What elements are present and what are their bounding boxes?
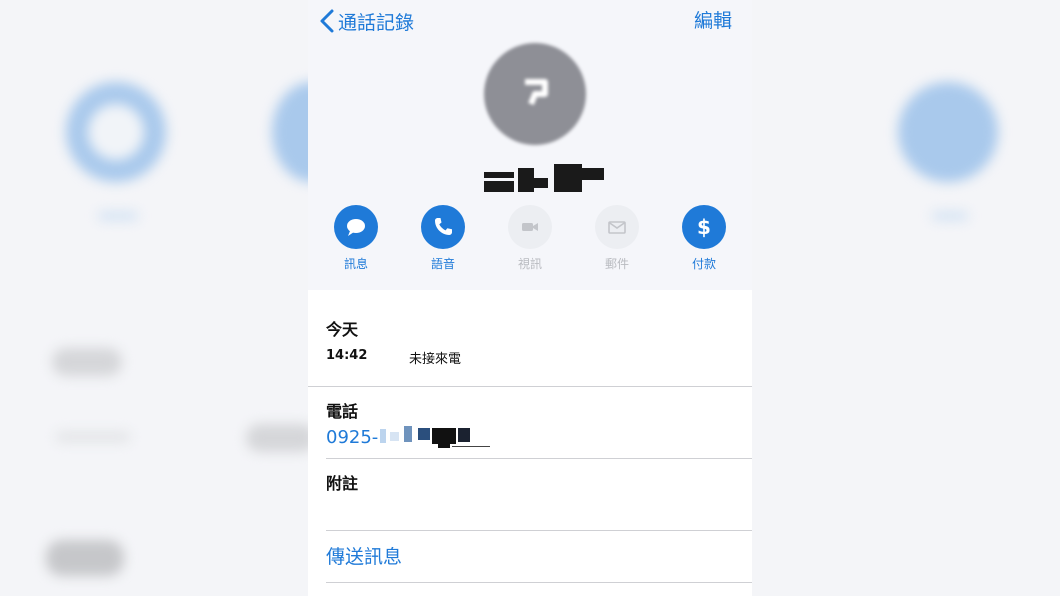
divider bbox=[308, 386, 752, 387]
blurred-circle bbox=[272, 82, 308, 182]
voice-call-action-button[interactable]: 語音 bbox=[413, 205, 473, 275]
chevron-left-icon bbox=[320, 9, 334, 33]
blurred-background-right bbox=[752, 0, 1060, 596]
svg-text:$: $ bbox=[697, 215, 711, 239]
phone-icon bbox=[421, 205, 465, 249]
phone-number-link[interactable]: 0925- bbox=[326, 424, 491, 450]
message-action-label: 訊息 bbox=[343, 257, 368, 271]
video-call-action-label: 視訊 bbox=[517, 257, 542, 271]
divider bbox=[326, 458, 752, 459]
send-message-button[interactable]: 傳送訊息 bbox=[326, 542, 402, 569]
pay-action-label: 付款 bbox=[691, 257, 716, 271]
phone-section-label: 電話 bbox=[326, 402, 359, 421]
blurred-label bbox=[98, 212, 138, 220]
blurred-text bbox=[56, 432, 130, 442]
call-time: 14:42 bbox=[326, 348, 368, 363]
message-action-button[interactable]: 訊息 bbox=[326, 205, 386, 275]
mail-action-label: 郵件 bbox=[604, 257, 629, 271]
message-bubble-icon bbox=[334, 205, 378, 249]
action-buttons-row: 訊息 語音 視訊 郵件 $ 付款 bbox=[308, 205, 752, 275]
edit-button[interactable]: 編輯 bbox=[694, 6, 732, 36]
mail-action-button[interactable]: 郵件 bbox=[587, 205, 647, 275]
avatar-placeholder-icon bbox=[525, 79, 548, 106]
voice-call-action-label: 語音 bbox=[430, 257, 455, 271]
blurred-text bbox=[246, 424, 308, 452]
blurred-circle bbox=[898, 82, 998, 182]
back-button[interactable]: 通話記錄 bbox=[318, 6, 414, 36]
call-status: 未接來電 bbox=[409, 352, 462, 367]
avatar bbox=[484, 43, 586, 145]
divider bbox=[326, 582, 752, 583]
blurred-circle bbox=[66, 82, 166, 182]
blurred-text bbox=[52, 348, 122, 376]
call-log-date-title: 今天 bbox=[326, 320, 359, 339]
blurred-label bbox=[932, 212, 968, 220]
back-button-label: 通話記錄 bbox=[338, 11, 415, 34]
phone-number-prefix: 0925- bbox=[326, 426, 379, 448]
video-camera-icon bbox=[508, 205, 552, 249]
notes-section-label: 附註 bbox=[326, 474, 359, 493]
divider bbox=[326, 530, 752, 531]
pay-action-button[interactable]: $ 付款 bbox=[674, 205, 734, 275]
phone-number-redacted bbox=[380, 424, 491, 450]
blurred-background-left bbox=[0, 0, 308, 596]
mail-envelope-icon bbox=[595, 205, 639, 249]
blurred-text bbox=[46, 540, 124, 576]
dollar-icon: $ bbox=[682, 205, 726, 249]
contact-name-redacted bbox=[484, 164, 606, 194]
contact-header: 通話記錄 編輯 訊息 語音 視訊 郵件 $ 付款 bbox=[308, 0, 752, 290]
contact-detail-screen: 通話記錄 編輯 訊息 語音 視訊 郵件 $ 付款 今天 14:42 未接來電 電… bbox=[308, 0, 752, 596]
video-call-action-button[interactable]: 視訊 bbox=[500, 205, 560, 275]
